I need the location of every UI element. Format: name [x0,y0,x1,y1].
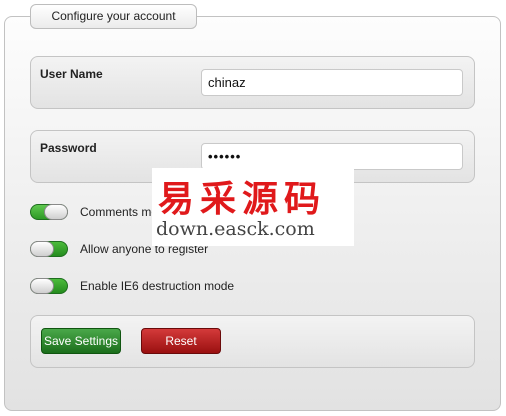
username-input[interactable] [201,69,463,96]
allow-register-toggle[interactable] [30,241,68,257]
watermark-logo-text: 易采源码 [158,178,327,220]
toggle-knob [30,241,54,257]
actions-group: Save Settings Reset [30,315,475,368]
watermark-overlay: 易采源码 down.easck.com [152,168,354,246]
username-label: User Name [40,67,103,81]
toggle-knob [30,278,54,294]
watermark-url: down.easck.com [156,218,315,240]
toggle-knob [44,204,68,220]
save-settings-button[interactable]: Save Settings [41,328,121,354]
password-label: Password [40,141,97,155]
comments-moderation-toggle[interactable] [30,204,68,220]
password-input[interactable] [201,143,463,170]
ie6-destruction-toggle[interactable] [30,278,68,294]
ie6-destruction-label: Enable IE6 destruction mode [80,279,235,293]
panel-title-tab: Configure your account [30,4,197,29]
panel-title: Configure your account [51,9,176,23]
reset-button[interactable]: Reset [141,328,221,354]
username-field-group: User Name [30,56,475,109]
